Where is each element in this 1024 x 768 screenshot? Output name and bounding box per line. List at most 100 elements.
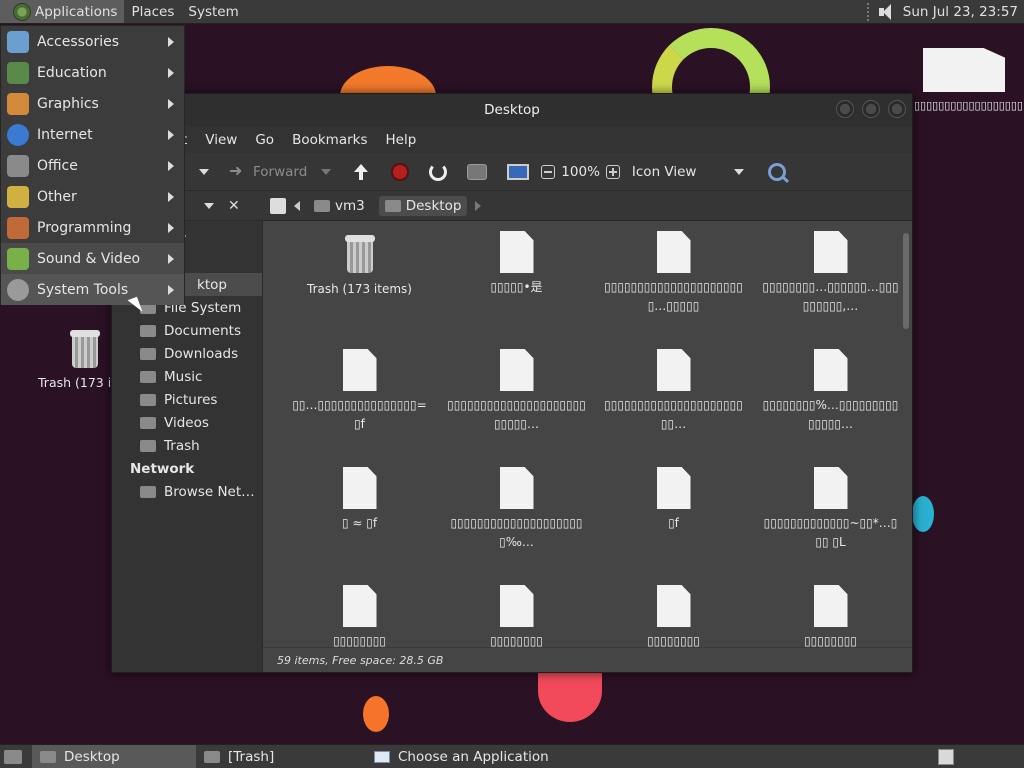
document-icon [656, 585, 691, 627]
file-item[interactable]: ▯▯…▯▯▯▯▯▯▯▯▯▯▯▯▯▯▯=▯f [281, 345, 438, 463]
menu-item-internet[interactable]: Internet [1, 119, 184, 150]
menu-help[interactable]: Help [386, 132, 417, 148]
folder-icon [140, 416, 156, 429]
folder-icon [204, 750, 220, 763]
menu-item-programming[interactable]: Programming [1, 212, 184, 243]
document-icon [656, 467, 691, 509]
menu-item-other[interactable]: Other [1, 181, 184, 212]
clock[interactable]: Sun Jul 23, 23:57 [903, 4, 1018, 20]
file-label: ▯▯▯▯▯▯▯▯▯▯▯▯▯~▯▯*…▯▯▯ ▯L [763, 516, 898, 549]
document-icon [499, 349, 534, 391]
sidebar-item-pictures[interactable]: Pictures [112, 388, 262, 411]
menu-item-graphics[interactable]: Graphics [1, 88, 184, 119]
file-label: ▯▯▯▯▯•是 [490, 280, 543, 294]
show-desktop-button[interactable] [4, 749, 22, 764]
back-dropdown[interactable] [199, 168, 209, 175]
task-desktop[interactable]: Desktop [32, 745, 196, 768]
close-sidebar-icon[interactable]: ✕ [228, 198, 240, 214]
file-item[interactable]: ▯▯▯▯▯▯▯▯…▯▯▯▯▯▯…▯▯▯▯▯▯▯▯▯,… [752, 227, 909, 345]
window-title: Desktop [484, 102, 540, 118]
file-item[interactable]: ▯▯▯▯▯▯▯▯ [281, 581, 438, 699]
path-scroll-right-icon[interactable] [475, 200, 482, 211]
file-item[interactable]: ▯▯▯▯▯▯▯▯▯▯▯▯▯▯▯▯▯▯▯▯▯▯…▯▯▯▯▯ [595, 227, 752, 345]
file-item[interactable]: ▯▯▯▯▯▯▯▯ [752, 581, 909, 699]
file-item[interactable]: ▯▯▯▯▯▯▯▯▯▯▯▯▯▯▯▯▯▯▯▯▯‰… [438, 463, 595, 581]
sidebar-item-browse-network[interactable]: Browse Net… [112, 480, 262, 503]
menu-item-accessories[interactable]: Accessories [1, 26, 184, 57]
edit-location-icon[interactable] [270, 197, 286, 214]
file-item[interactable]: ▯▯▯▯▯•是 [438, 227, 595, 345]
wallpaper-blob [912, 496, 934, 532]
file-label: ▯▯▯▯▯▯▯▯%…▯▯▯▯▯▯▯▯▯▯▯▯▯▯… [762, 398, 899, 431]
task-choose-application[interactable]: Choose an Application [366, 745, 557, 768]
volume-icon[interactable] [877, 3, 895, 21]
chevron-down-icon [199, 168, 209, 175]
file-label: Trash (173 items) [307, 282, 412, 296]
menu-bookmarks[interactable]: Bookmarks [292, 132, 367, 148]
document-icon [813, 349, 848, 391]
file-item[interactable]: ▯▯▯▯▯▯▯▯▯▯▯▯▯▯▯▯▯▯▯▯▯▯▯▯▯▯… [438, 345, 595, 463]
desktop-document[interactable]: ▯▯▯▯▯▯▯▯▯▯▯▯▯▯▯▯▯▯▯▯▯▯▯▯ [914, 48, 1024, 113]
document-icon [923, 48, 1005, 92]
view-mode-select[interactable]: Icon View [632, 164, 745, 180]
window-icon [374, 750, 390, 763]
applications-menu[interactable]: Applications [0, 0, 125, 23]
submenu-arrow-icon [168, 192, 174, 202]
menu-item-education[interactable]: Education [1, 57, 184, 88]
folder-icon [40, 750, 56, 763]
education-icon [7, 61, 29, 84]
menu-view[interactable]: View [205, 132, 237, 148]
zoom-out-button[interactable] [541, 164, 556, 179]
system-tools-icon [7, 278, 29, 301]
window-titlebar[interactable]: Desktop [112, 94, 912, 126]
task-trash[interactable]: [Trash] [196, 745, 366, 768]
sidebar-item-trash[interactable]: Trash [112, 434, 262, 457]
up-button[interactable] [351, 162, 371, 182]
stop-button[interactable] [391, 162, 410, 181]
file-label: ▯▯▯▯▯▯▯▯▯▯▯▯▯▯▯▯▯▯▯▯▯▯▯▯▯▯… [447, 398, 586, 431]
sidebar-item-videos[interactable]: Videos [112, 411, 262, 434]
document-icon [342, 467, 377, 509]
menu-go[interactable]: Go [255, 132, 274, 148]
file-item[interactable]: ▯▯▯▯▯▯▯▯▯▯▯▯▯~▯▯*…▯▯▯ ▯L [752, 463, 909, 581]
maximize-button[interactable] [862, 100, 880, 118]
system-menu[interactable]: System [181, 0, 245, 23]
file-item[interactable]: ▯▯▯▯▯▯▯▯ [595, 581, 752, 699]
file-item-trash[interactable]: Trash (173 items) [281, 227, 438, 345]
zoom-in-button[interactable] [605, 164, 620, 179]
chevron-down-icon[interactable] [204, 202, 214, 209]
file-view[interactable]: Trash (173 items) ▯▯▯▯▯•是 ▯▯▯▯▯▯▯▯▯▯▯▯▯▯▯▯… [262, 221, 912, 672]
breadcrumb-desktop[interactable]: Desktop [378, 195, 468, 216]
file-item[interactable]: ▯ ≈ ▯f [281, 463, 438, 581]
minimize-button[interactable] [836, 100, 854, 118]
file-item[interactable]: ▯▯▯▯▯▯▯▯%…▯▯▯▯▯▯▯▯▯▯▯▯▯▯… [752, 345, 909, 463]
sidebar-item-music[interactable]: Music [112, 365, 262, 388]
close-button[interactable] [888, 100, 906, 118]
sidebar-item-documents[interactable]: Documents [112, 319, 262, 342]
file-label: ▯▯▯▯▯▯▯▯▯▯▯▯▯▯▯▯▯▯▯▯▯‰… [450, 516, 583, 549]
computer-button[interactable] [507, 163, 530, 180]
workspace-switcher[interactable] [938, 748, 954, 765]
menu-item-office[interactable]: Office [1, 150, 184, 181]
reload-button[interactable] [429, 162, 448, 181]
file-item[interactable]: ▯f [595, 463, 752, 581]
file-label: ▯f [668, 516, 679, 530]
forward-button[interactable]: Forward [227, 161, 332, 182]
file-item[interactable]: ▯▯▯▯▯▯▯▯▯▯▯▯▯▯▯▯▯▯▯▯▯▯▯… [595, 345, 752, 463]
applications-dropdown: Accessories Education Graphics Internet … [0, 25, 185, 305]
scrollbar-thumb[interactable] [903, 233, 909, 329]
file-item[interactable]: ▯▯▯▯▯▯▯▯ [438, 581, 595, 699]
document-icon [813, 585, 848, 627]
path-scroll-left-icon[interactable] [294, 200, 300, 211]
wallpaper-blob [363, 696, 389, 732]
sidebar-item-downloads[interactable]: Downloads [112, 342, 262, 365]
breadcrumb-vm3[interactable]: vm3 [308, 196, 371, 216]
document-icon [499, 231, 534, 273]
menu-item-system-tools[interactable]: System Tools [1, 274, 184, 305]
places-menu[interactable]: Places [124, 0, 181, 23]
vertical-scrollbar[interactable] [902, 231, 910, 627]
trash-icon [343, 231, 377, 275]
search-button[interactable] [768, 162, 787, 181]
menu-item-sound-video[interactable]: Sound & Video [1, 243, 184, 274]
home-button[interactable] [467, 163, 488, 180]
